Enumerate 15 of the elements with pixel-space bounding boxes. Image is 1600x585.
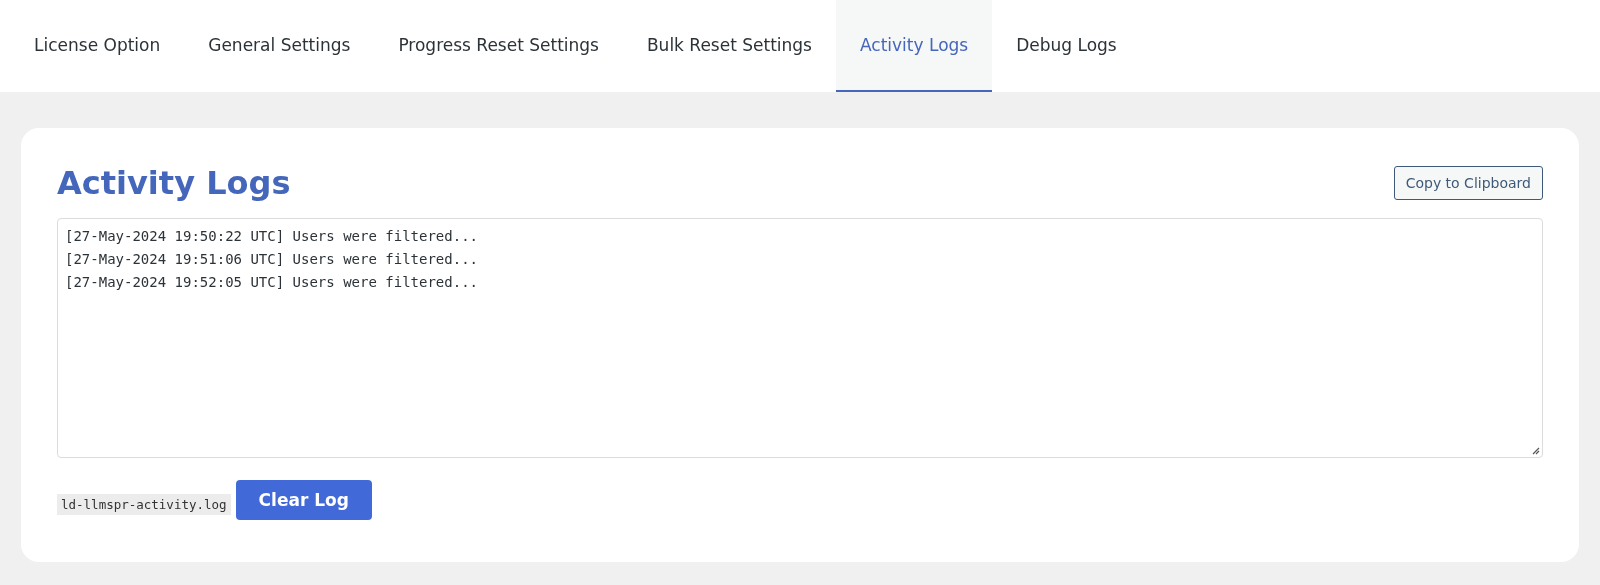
tab[interactable]: Debug Logs [992,0,1141,92]
tab[interactable]: License Option [10,0,185,92]
log-field[interactable]: [27-May-2024 19:50:22 UTC] Users were filtered... [27-May-2024 19:51:06 UTC] Users were filtered... [27-May-2024 19:52:05 UTC] Users were filtered... [57,218,1543,458]
tab[interactable]: Progress Reset Settings [374,0,623,92]
file-name: ld-llmspr-activity.log [57,493,231,515]
copy-to-clipboard-button[interactable]: Copy to Clipboard [1393,166,1543,200]
resize-handle-icon[interactable] [1531,446,1540,455]
tab[interactable]: Bulk Reset Settings [622,0,836,92]
clear-log-button[interactable]: Clear Log [235,480,372,520]
tab[interactable]: Activity Logs [836,0,993,92]
tab[interactable]: General Settings [184,0,375,92]
log-line: [27-May-2024 19:51:06 UTC] Users were filtered... [65,251,478,267]
panel-title: Activity Logs [57,164,291,202]
log-line: [27-May-2024 19:50:22 UTC] Users were filtered... [65,228,478,244]
log-line: [27-May-2024 19:52:05 UTC] Users were filtered... [65,274,478,290]
